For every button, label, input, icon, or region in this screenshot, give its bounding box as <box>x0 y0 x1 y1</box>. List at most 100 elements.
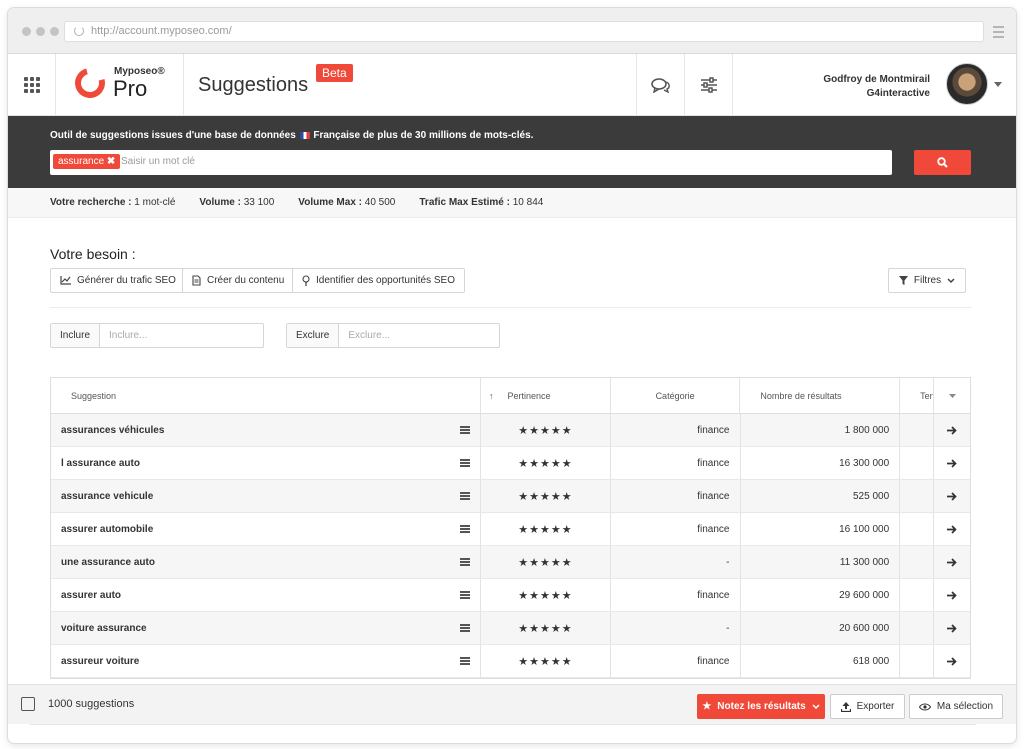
suggestion-cell: l assurance auto <box>51 447 482 479</box>
table-row[interactable]: une assurance auto ★★★★★ -11 300 000 <box>51 546 970 579</box>
option-label: Générer du trafic SEO <box>77 275 176 286</box>
table-row[interactable]: voiture assurance ★★★★★ -20 600 000 <box>51 612 970 645</box>
chevron-down-icon <box>947 277 955 283</box>
rating-stars[interactable]: ★★★★★ <box>518 655 572 668</box>
keyword[interactable]: assureur voiture <box>61 656 139 667</box>
messages-button[interactable] <box>636 54 684 115</box>
list-icon[interactable] <box>460 491 471 502</box>
keyword[interactable]: voiture assurance <box>61 623 147 634</box>
row-detail-button[interactable] <box>934 612 970 644</box>
rating-stars[interactable]: ★★★★★ <box>518 556 572 569</box>
arrow-right-icon <box>947 425 957 435</box>
notez-resultats-button[interactable]: ★ Notez les résultats <box>697 694 825 719</box>
keyword[interactable]: assurance vehicule <box>61 491 153 502</box>
keyword[interactable]: assurances véhicules <box>61 425 164 436</box>
table-row[interactable]: assurer automobile ★★★★★ finance 16 100 000 <box>51 513 970 546</box>
ten-cell <box>900 480 935 512</box>
search-description: Outil de suggestions issues d'une base d… <box>50 130 533 141</box>
results-cell: 20 600 000 <box>741 612 901 644</box>
sort-up-icon[interactable]: ↑ <box>489 391 494 401</box>
include-input[interactable]: Inclure... <box>100 324 147 347</box>
description-text-after: Française de plus de 30 millions de mots… <box>313 130 534 141</box>
table-row[interactable]: assurer auto ★★★★★ finance 29 600 000 <box>51 579 970 612</box>
keyword[interactable]: assurer automobile <box>61 524 153 535</box>
settings-button[interactable] <box>684 54 732 115</box>
filtres-button[interactable]: Filtres <box>888 268 966 293</box>
keyword-chip[interactable]: assurance ✖ <box>53 154 121 169</box>
rating-stars[interactable]: ★★★★★ <box>518 523 572 536</box>
suggestion-cell: assureur voiture <box>51 645 482 677</box>
ten-cell <box>900 579 935 611</box>
header-pertinence-label: Pertinence <box>507 390 551 401</box>
ma-selection-button[interactable]: Ma sélection <box>909 694 1003 719</box>
browser-menu-icon[interactable] <box>993 26 1004 41</box>
header-nombre-resultats[interactable]: Nombre de résultats <box>740 378 901 413</box>
avatar[interactable] <box>946 63 988 105</box>
suggestion-cell: assurer auto <box>51 579 482 611</box>
list-icon[interactable] <box>460 557 471 568</box>
page-title: Suggestions <box>198 74 309 96</box>
row-detail-button[interactable] <box>934 579 970 611</box>
option-creer-contenu[interactable]: Créer du contenu <box>182 268 295 293</box>
table-row[interactable]: l assurance auto ★★★★★ finance 16 300 000 <box>51 447 970 480</box>
pertinence-cell: ★★★★★ <box>481 513 611 545</box>
row-detail-button[interactable] <box>934 645 970 677</box>
pertinence-cell: ★★★★★ <box>481 546 611 578</box>
columns-dropdown[interactable] <box>934 378 970 413</box>
exclude-filter[interactable]: Exclure Exclure... <box>286 323 500 348</box>
option-generer-trafic[interactable]: Générer du trafic SEO <box>50 268 186 293</box>
apps-grid-button[interactable] <box>8 54 56 115</box>
table-row[interactable]: assurances véhicules ★★★★★ finance 1 800 00… <box>51 414 970 447</box>
table-row[interactable]: assureur voiture ★★★★★ finance 618 000 <box>51 645 970 678</box>
filter-icon <box>898 276 908 285</box>
rating-stars[interactable]: ★★★★★ <box>518 589 572 602</box>
header-pertinence[interactable]: ↑ Pertinence <box>481 378 611 413</box>
rating-stars[interactable]: ★★★★★ <box>518 490 572 503</box>
pertinence-cell: ★★★★★ <box>481 447 611 479</box>
rating-stars[interactable]: ★★★★★ <box>518 622 572 635</box>
ten-cell <box>900 513 935 545</box>
reload-icon[interactable] <box>74 26 84 36</box>
keyword[interactable]: l assurance auto <box>61 458 140 469</box>
rating-stars[interactable]: ★★★★★ <box>518 424 572 437</box>
header-categorie[interactable]: Catégorie <box>611 378 741 413</box>
keyword-search-field[interactable]: assurance ✖ Saisir un mot clé <box>50 150 892 175</box>
chevron-down-icon[interactable] <box>994 82 1002 87</box>
list-icon[interactable] <box>460 458 471 469</box>
table-row[interactable]: assurance vehicule ★★★★★ finance 525 000 <box>51 480 970 513</box>
list-icon[interactable] <box>460 656 471 667</box>
france-flag-icon <box>299 132 310 139</box>
include-filter[interactable]: Inclure Inclure... <box>50 323 264 348</box>
exclude-input[interactable]: Exclure... <box>339 324 390 347</box>
search-button[interactable] <box>914 150 971 175</box>
remove-chip-icon[interactable]: ✖ <box>107 156 115 167</box>
list-icon[interactable] <box>460 425 471 436</box>
user-info[interactable]: Godfroy de Montmirail G4interactive <box>823 73 930 101</box>
option-identifier-opportunites[interactable]: Identifier des opportunités SEO <box>292 268 465 293</box>
header-suggestion[interactable]: Suggestion <box>51 378 482 413</box>
list-icon[interactable] <box>460 590 471 601</box>
grid-icon <box>23 76 40 93</box>
keyword[interactable]: une assurance auto <box>61 557 155 568</box>
stat-volume: Volume : 33 100 <box>199 197 275 208</box>
row-detail-button[interactable] <box>934 480 970 512</box>
arrow-right-icon <box>947 590 957 600</box>
caret-down-icon <box>948 393 956 398</box>
row-detail-button[interactable] <box>934 447 970 479</box>
row-detail-button[interactable] <box>934 414 970 446</box>
list-icon[interactable] <box>460 524 471 535</box>
exporter-button[interactable]: Exporter <box>830 694 905 719</box>
url-bar[interactable]: http://account.myposeo.com/ <box>64 21 984 42</box>
list-icon[interactable] <box>460 623 471 634</box>
window-controls[interactable] <box>22 27 59 36</box>
logo[interactable]: Myposeo® Pro <box>56 54 184 115</box>
app-header: Myposeo® Pro Suggestions Beta Godfroy de… <box>8 54 1016 116</box>
suggestion-cell: assurance vehicule <box>51 480 482 512</box>
rating-stars[interactable]: ★★★★★ <box>518 457 572 470</box>
keyword[interactable]: assurer auto <box>61 590 121 601</box>
category-cell: finance <box>611 447 741 479</box>
header-ten[interactable]: Ten <box>900 378 935 413</box>
notez-label: Notez les résultats <box>717 701 806 712</box>
row-detail-button[interactable] <box>934 513 970 545</box>
row-detail-button[interactable] <box>934 546 970 578</box>
